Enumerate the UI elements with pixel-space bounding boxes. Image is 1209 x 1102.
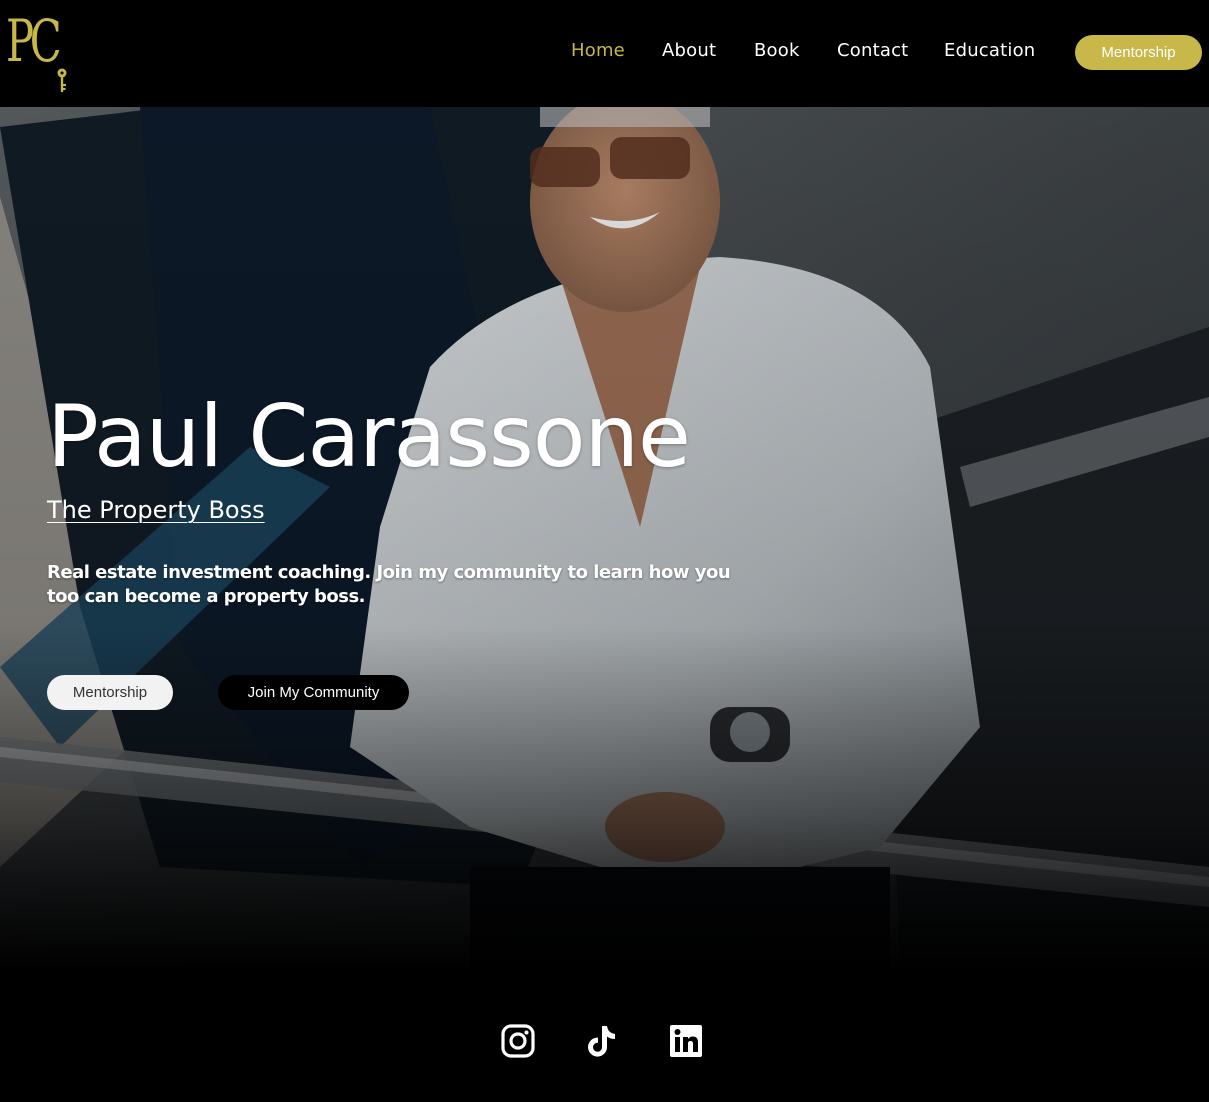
hero-description: Real estate investment coaching. Join my… bbox=[47, 562, 731, 607]
logo[interactable]: PC bbox=[6, 8, 76, 94]
tiktok-icon[interactable] bbox=[585, 1024, 619, 1058]
hero-overlay bbox=[0, 107, 1209, 972]
nav-education[interactable]: Education bbox=[944, 40, 1035, 61]
hero-subtitle-link[interactable]: The Property Boss bbox=[47, 496, 265, 524]
nav-about[interactable]: About bbox=[662, 40, 716, 61]
instagram-icon[interactable] bbox=[501, 1024, 535, 1058]
mentorship-button[interactable]: Mentorship bbox=[47, 675, 173, 710]
join-community-button[interactable]: Join My Community bbox=[218, 675, 409, 710]
nav-mentorship-button[interactable]: Mentorship bbox=[1075, 35, 1202, 70]
nav-home[interactable]: Home bbox=[571, 40, 625, 61]
hero-section: Paul Carassone The Property Boss Real es… bbox=[0, 107, 1209, 972]
nav-contact[interactable]: Contact bbox=[837, 40, 908, 61]
site-header: PC Home About Book Contact Education Men… bbox=[0, 0, 1209, 107]
key-icon bbox=[57, 68, 67, 92]
logo-monogram: PC bbox=[6, 7, 62, 75]
linkedin-icon[interactable] bbox=[669, 1024, 703, 1058]
hero-title: Paul Carassone bbox=[47, 387, 691, 487]
nav-book[interactable]: Book bbox=[754, 40, 800, 61]
social-links bbox=[0, 972, 1209, 1102]
